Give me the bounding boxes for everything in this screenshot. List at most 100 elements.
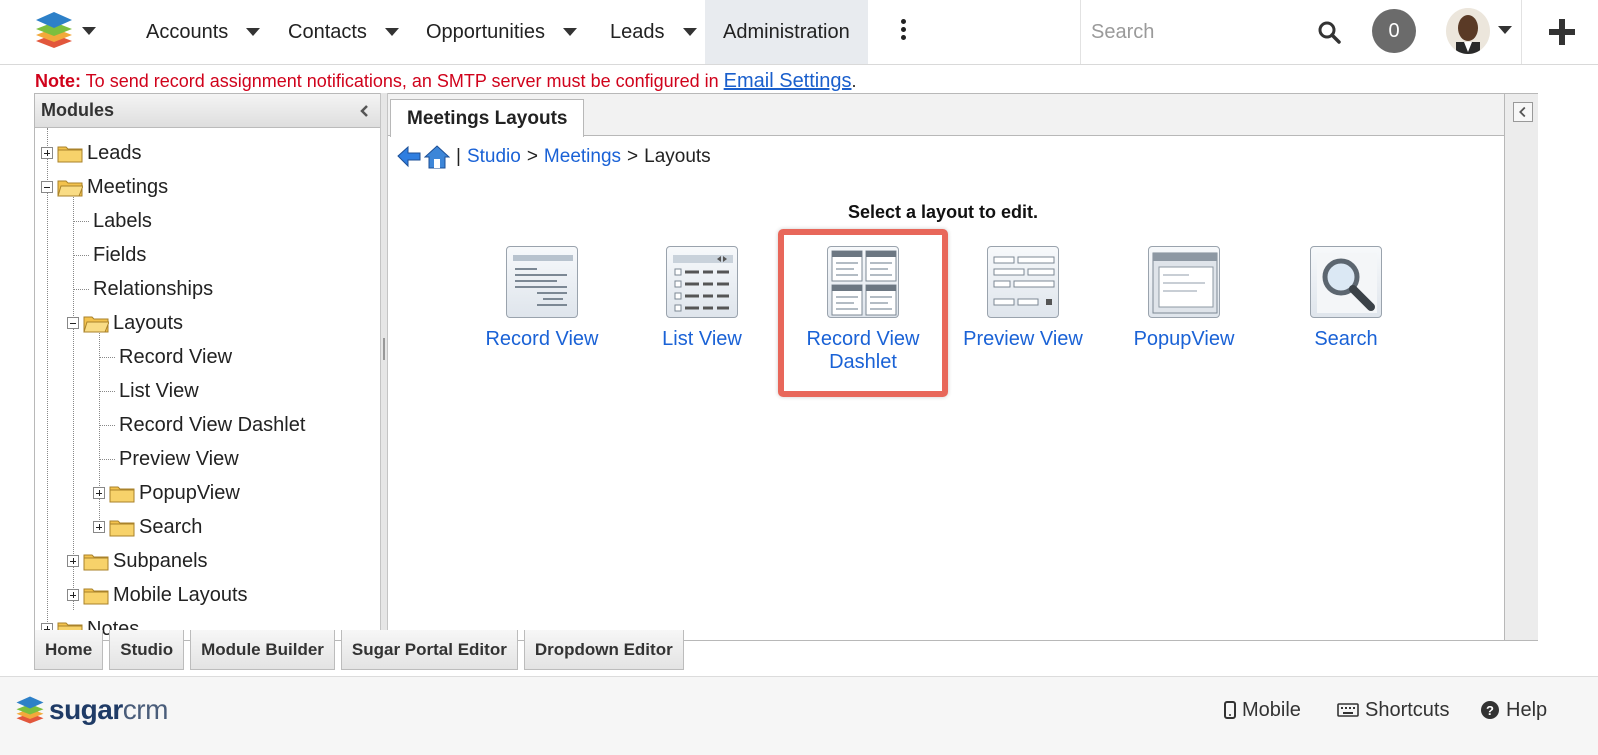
tree-item-label: Meetings bbox=[87, 175, 169, 198]
nav-administration[interactable]: Administration bbox=[705, 0, 868, 64]
brand-light: crm bbox=[122, 694, 169, 725]
breadcrumb-meetings-link[interactable]: Meetings bbox=[544, 146, 621, 168]
tree-item-label: Fields bbox=[93, 243, 147, 266]
collapse-left-icon[interactable] bbox=[357, 103, 371, 119]
collapse-icon[interactable] bbox=[41, 181, 53, 193]
expand-icon[interactable] bbox=[67, 589, 79, 601]
tree-item-preview-view[interactable]: Preview View bbox=[99, 442, 239, 476]
expand-icon[interactable] bbox=[67, 555, 79, 567]
right-rail bbox=[1504, 94, 1538, 640]
breadcrumb-separator: | bbox=[456, 146, 461, 167]
tab-dropdown-editor[interactable]: Dropdown Editor bbox=[523, 630, 684, 670]
footer: sugarcrm Mobile Shortcuts ? Help bbox=[0, 676, 1598, 755]
tree-item-label: List View bbox=[119, 379, 199, 402]
brand-bold: sugar bbox=[49, 694, 123, 725]
nav-accounts-label: Accounts bbox=[146, 20, 229, 43]
tree-item-label: Search bbox=[139, 515, 203, 538]
kebab-menu-icon[interactable] bbox=[897, 19, 909, 45]
expand-icon[interactable] bbox=[93, 521, 105, 533]
tree-item-label: Relationships bbox=[93, 277, 214, 300]
tab-module-builder[interactable]: Module Builder bbox=[190, 630, 335, 670]
back-arrow-icon[interactable] bbox=[396, 144, 422, 170]
folder-icon bbox=[83, 588, 109, 605]
modules-panel: Modules Leads Meetings Labels Fields Rel… bbox=[34, 93, 386, 641]
sugar-logo-icon bbox=[36, 12, 72, 48]
open-folder-icon bbox=[83, 316, 109, 333]
layout-label: Record View bbox=[485, 328, 599, 350]
keyboard-icon bbox=[1337, 703, 1359, 717]
tab-home[interactable]: Home bbox=[34, 630, 104, 670]
notifications-badge[interactable]: 0 bbox=[1372, 9, 1416, 53]
expand-icon[interactable] bbox=[93, 487, 105, 499]
tree-item-layouts[interactable]: Layouts bbox=[67, 306, 183, 340]
help-icon: ? bbox=[1481, 701, 1499, 719]
tree-item-label: Preview View bbox=[119, 447, 239, 470]
tree-item-fields[interactable]: Fields bbox=[73, 238, 146, 272]
note-suffix: . bbox=[851, 71, 857, 91]
nav-opportunities[interactable]: Opportunities bbox=[426, 0, 577, 64]
collapse-icon[interactable] bbox=[67, 317, 79, 329]
tree-item-leads[interactable]: Leads bbox=[41, 136, 142, 170]
collapse-panel-icon[interactable] bbox=[1513, 102, 1533, 122]
expand-icon[interactable] bbox=[41, 147, 53, 159]
tree-item-search[interactable]: Search bbox=[93, 510, 202, 544]
avatar bbox=[1446, 8, 1490, 54]
breadcrumb-studio-link[interactable]: Studio bbox=[467, 146, 521, 168]
tab-meetings-layouts[interactable]: Meetings Layouts bbox=[390, 99, 585, 137]
chevron-down-icon[interactable] bbox=[682, 28, 697, 36]
nav-leads-label: Leads bbox=[610, 20, 665, 43]
layout-record-view-dashlet[interactable]: Record View Dashlet bbox=[783, 246, 943, 374]
tree-item-label: PopupView bbox=[139, 481, 240, 504]
tree-item-subpanels[interactable]: Subpanels bbox=[67, 544, 208, 578]
plus-icon bbox=[1549, 19, 1575, 45]
record-view-icon bbox=[506, 246, 578, 318]
home-icon[interactable] bbox=[424, 144, 450, 170]
user-menu-button[interactable] bbox=[1446, 8, 1516, 56]
tree-item-mobile-layouts[interactable]: Mobile Layouts bbox=[67, 578, 248, 612]
search-icon[interactable] bbox=[1317, 20, 1341, 44]
folder-icon bbox=[109, 486, 135, 503]
search-input[interactable] bbox=[1091, 16, 1291, 48]
tree-item-record-view-dashlet[interactable]: Record View Dashlet bbox=[99, 408, 305, 442]
tree-item-popupview[interactable]: PopupView bbox=[93, 476, 240, 510]
tree-item-relationships[interactable]: Relationships bbox=[73, 272, 213, 306]
sugarcrm-logo[interactable]: sugarcrm bbox=[15, 693, 168, 727]
tree-item-label: Record View bbox=[119, 345, 233, 368]
layout-label: PopupView bbox=[1133, 328, 1235, 350]
mobile-link[interactable]: Mobile bbox=[1224, 697, 1301, 723]
breadcrumb-current: Layouts bbox=[644, 146, 711, 167]
breadcrumb: | Studio > Meetings > Layouts bbox=[396, 142, 711, 172]
nav-contacts-label: Contacts bbox=[288, 20, 367, 43]
layout-search[interactable]: Search bbox=[1266, 246, 1426, 351]
nav-leads[interactable]: Leads bbox=[610, 0, 697, 64]
tree-item-list-view[interactable]: List View bbox=[99, 374, 199, 408]
tab-studio[interactable]: Studio bbox=[109, 630, 185, 670]
app-menu-button[interactable] bbox=[34, 10, 104, 50]
chevron-down-icon[interactable] bbox=[384, 28, 399, 36]
layout-preview-view[interactable]: Preview View bbox=[943, 246, 1103, 351]
brand-wordmark: sugarcrm bbox=[49, 694, 168, 726]
tree-item-label: Leads bbox=[87, 141, 142, 164]
shortcuts-link[interactable]: Shortcuts bbox=[1337, 697, 1449, 723]
shortcuts-label: Shortcuts bbox=[1365, 698, 1450, 721]
panel-splitter[interactable] bbox=[380, 93, 388, 641]
email-settings-link[interactable]: Email Settings bbox=[724, 70, 852, 92]
preview-view-icon bbox=[987, 246, 1059, 318]
layout-record-view[interactable]: Record View bbox=[462, 246, 622, 351]
sugar-logo-icon bbox=[16, 696, 44, 724]
tree-item-labels[interactable]: Labels bbox=[73, 204, 152, 238]
layout-label: Record View Dashlet bbox=[806, 328, 920, 373]
tree-item-meetings[interactable]: Meetings bbox=[41, 170, 168, 204]
tree-item-record-view[interactable]: Record View bbox=[99, 340, 232, 374]
tab-sugar-portal-editor[interactable]: Sugar Portal Editor bbox=[340, 630, 518, 670]
quick-create-button[interactable] bbox=[1521, 0, 1598, 64]
layout-list-view[interactable]: List View bbox=[622, 246, 782, 351]
tree-item-partial bbox=[41, 128, 71, 136]
layout-popupview[interactable]: PopupView bbox=[1104, 246, 1264, 351]
chevron-down-icon[interactable] bbox=[562, 28, 577, 36]
chevron-down-icon[interactable] bbox=[246, 28, 261, 36]
nav-contacts[interactable]: Contacts bbox=[288, 0, 399, 64]
nav-accounts[interactable]: Accounts bbox=[146, 0, 261, 64]
note-prefix: Note: bbox=[35, 71, 81, 91]
help-link[interactable]: ? Help bbox=[1480, 697, 1547, 723]
